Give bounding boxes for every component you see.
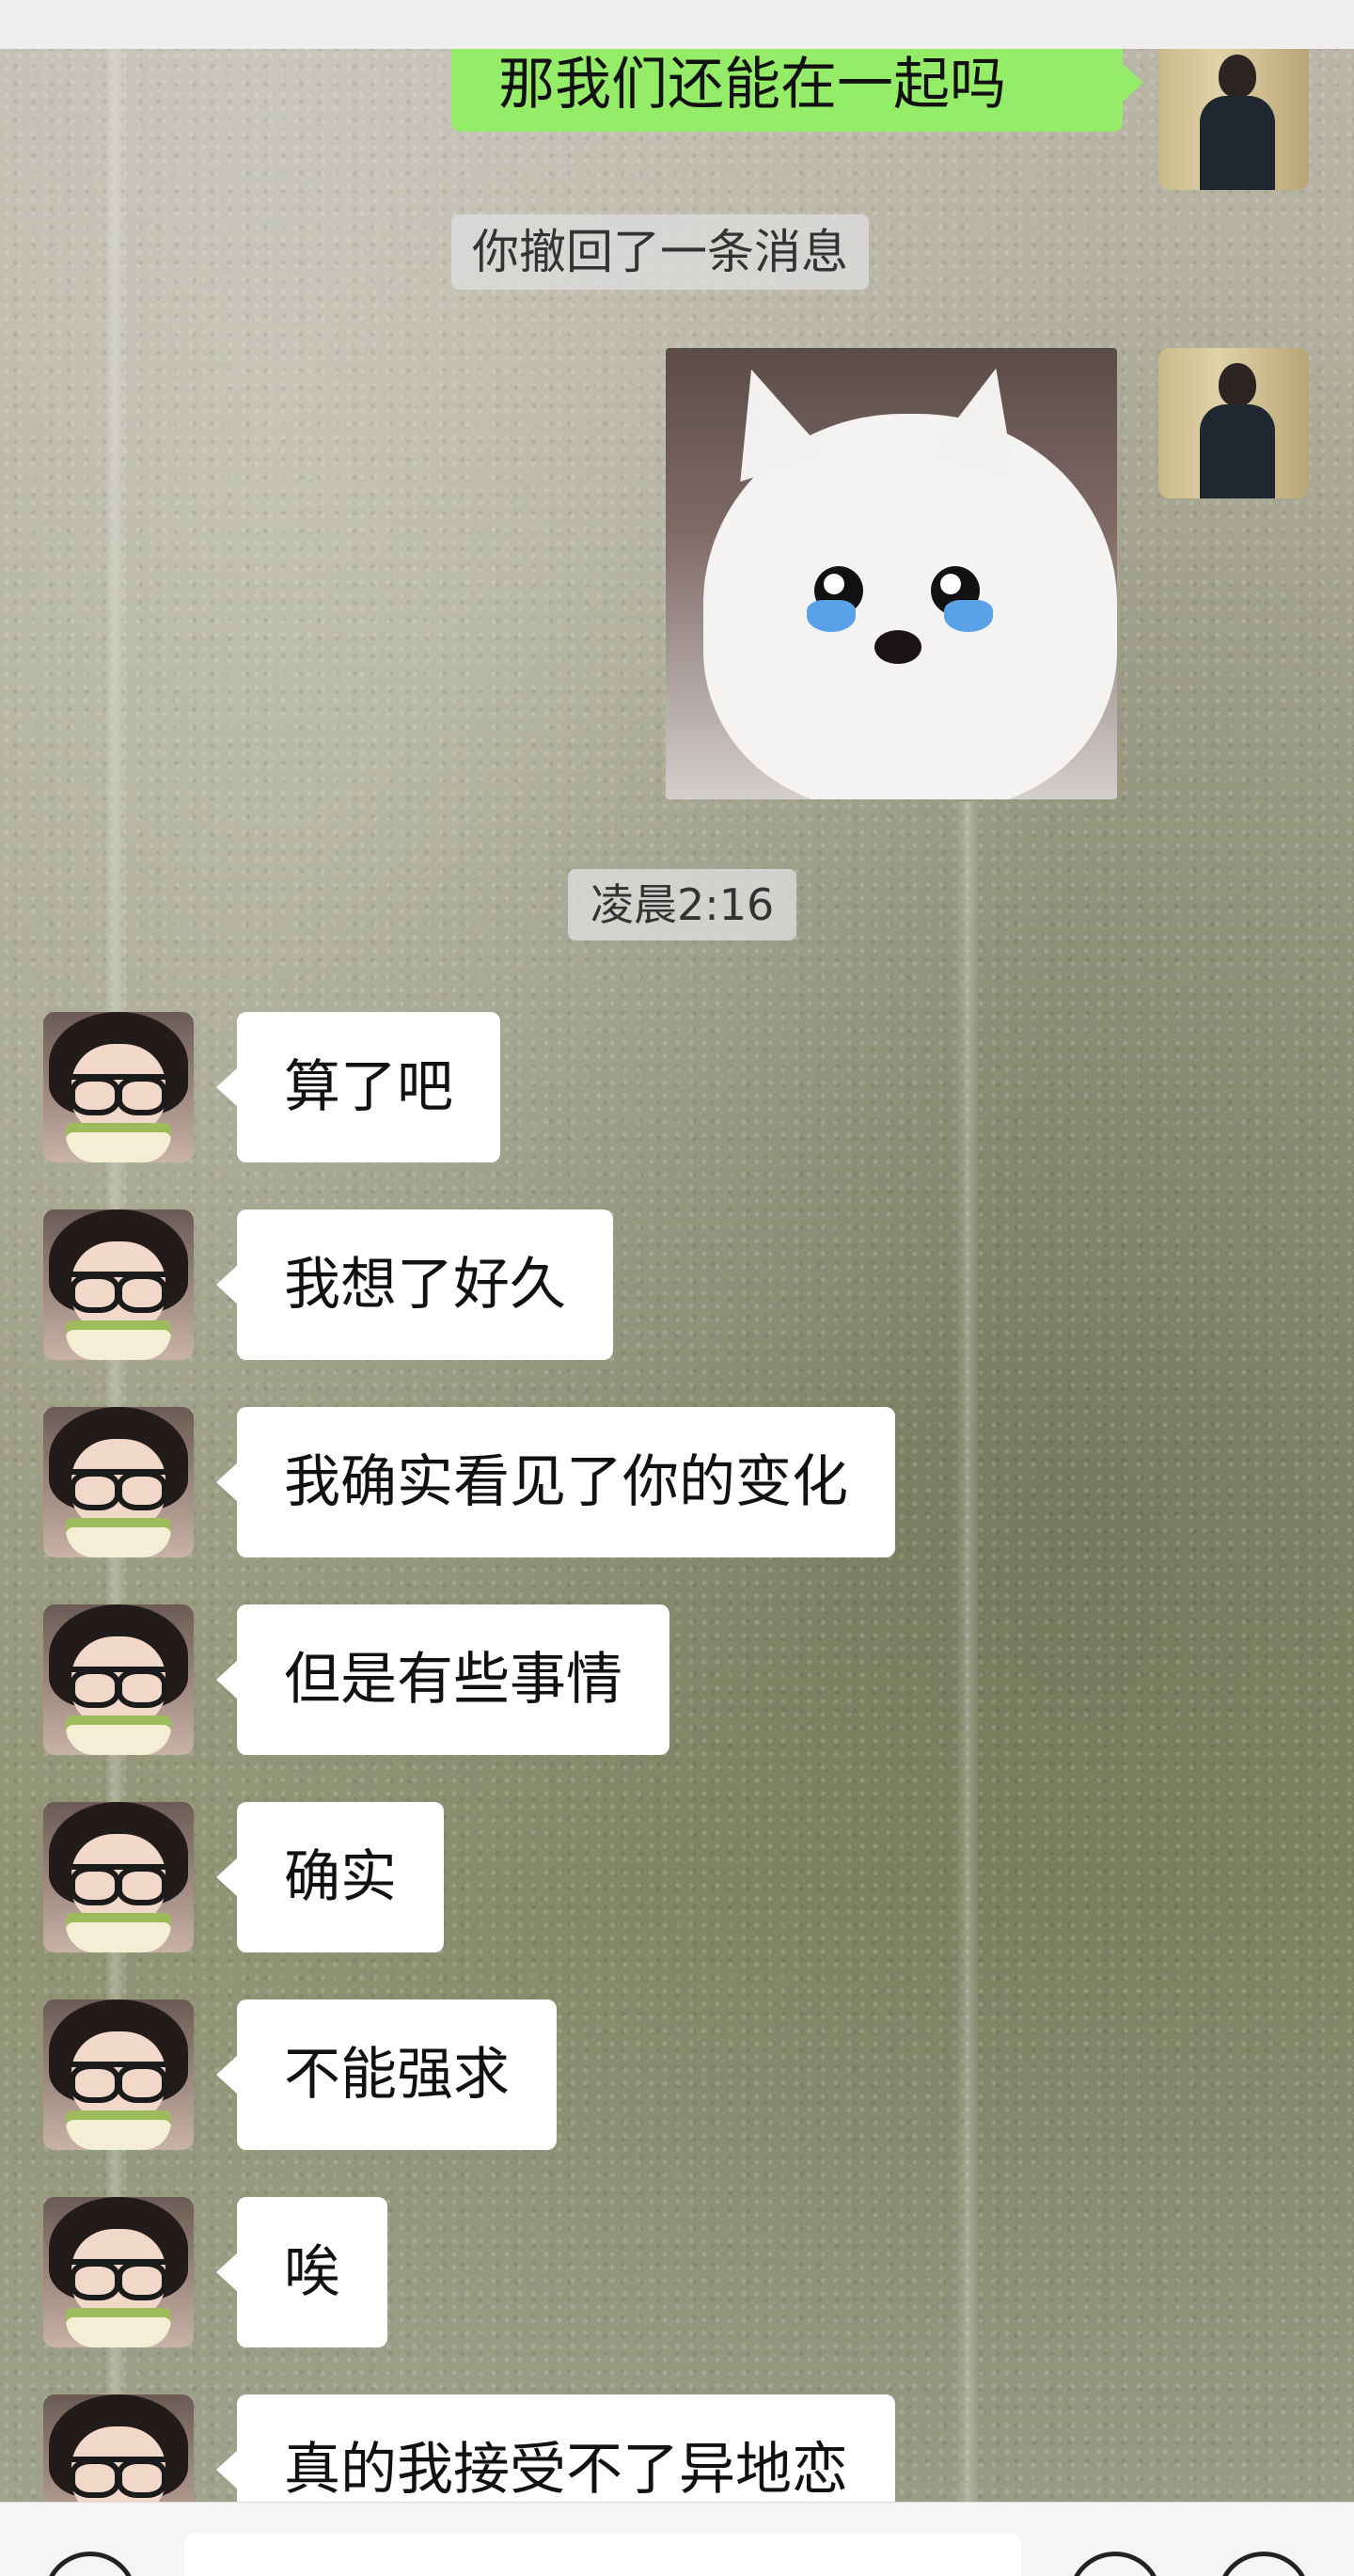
voice-icon[interactable]	[43, 2552, 137, 2576]
input-bar	[0, 2502, 1354, 2576]
recalled-notice: 你撤回了一条消息	[451, 214, 869, 290]
contact-avatar[interactable]	[43, 1802, 194, 1952]
contact-avatar[interactable]	[43, 1604, 194, 1755]
contact-avatar[interactable]	[43, 2394, 194, 2502]
emoji-icon[interactable]	[1068, 2552, 1162, 2576]
contact-avatar[interactable]	[43, 1999, 194, 2150]
chat-area[interactable]: 那我们还能在一起吗 你撤回了一条消息 凌晨2:16 算了吧 我想了好久 我确实看…	[0, 49, 1354, 2502]
received-message-bubble[interactable]: 不能强求	[216, 1999, 557, 2150]
status-bar	[0, 0, 1354, 49]
plus-icon[interactable]	[1217, 2552, 1311, 2576]
contact-avatar[interactable]	[43, 1209, 194, 1360]
received-message-bubble[interactable]: 确实	[216, 1802, 444, 1952]
received-message-bubble[interactable]: 唉	[216, 2197, 387, 2347]
contact-avatar[interactable]	[43, 2197, 194, 2347]
message-input[interactable]	[184, 2533, 1021, 2576]
received-message-bubble[interactable]: 我确实看见了你的变化	[216, 1407, 895, 1557]
contact-avatar[interactable]	[43, 1012, 194, 1162]
timestamp: 凌晨2:16	[568, 869, 797, 940]
my-avatar[interactable]	[1158, 49, 1309, 190]
received-message-bubble[interactable]: 我想了好久	[216, 1209, 613, 1360]
received-message-bubble[interactable]: 算了吧	[216, 1012, 500, 1162]
my-avatar[interactable]	[1158, 348, 1309, 498]
contact-avatar[interactable]	[43, 1407, 194, 1557]
sent-message-bubble[interactable]: 那我们还能在一起吗	[451, 49, 1143, 132]
water-streak	[957, 801, 978, 2502]
received-message-bubble[interactable]: 但是有些事情	[216, 1604, 669, 1755]
crying-dog-sticker[interactable]	[666, 348, 1117, 799]
received-message-bubble[interactable]: 真的我接受不了异地恋	[216, 2394, 895, 2502]
